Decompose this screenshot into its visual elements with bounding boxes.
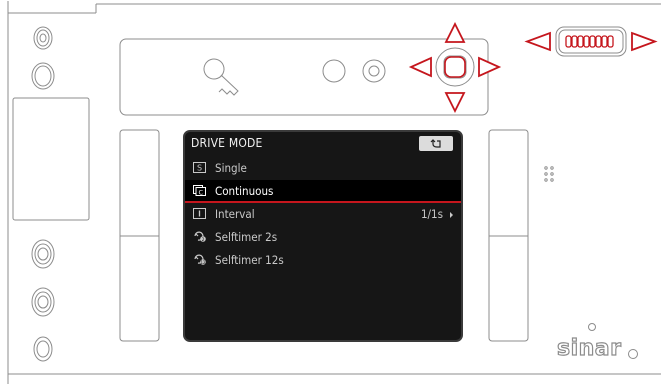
single-shot-icon: S [193, 162, 206, 173]
menu-item-selftimer-2s[interactable]: 2 Selftimer 2s [185, 226, 461, 249]
joystick-highlight [444, 56, 466, 78]
brand-logo: sinar [556, 335, 622, 361]
status-led [588, 323, 596, 331]
wheel-arrow-left-icon [524, 31, 551, 52]
top-control-panel [119, 38, 489, 116]
thumb-wheel-grooves [565, 35, 614, 48]
camera-back-diagram: DRIVE MODE S Single C Continuous Interva… [0, 0, 661, 384]
left-top-knob-2 [31, 62, 55, 90]
selftimer-icon: 2 [194, 231, 206, 242]
left-bottom-knob-3 [33, 336, 53, 362]
menu-item-label: Selftimer 2s [215, 230, 278, 244]
menu-item-label: Continuous [215, 184, 274, 198]
back-button[interactable] [419, 136, 453, 151]
arrow-right-icon [478, 56, 502, 78]
back-arrow-icon [430, 139, 441, 148]
menu-list: S Single C Continuous Interval 1/1s 2 Se… [185, 157, 461, 272]
menu-item-label: Interval [215, 207, 255, 221]
menu-item-selftimer-12s[interactable]: 12 Selftimer 12s [185, 249, 461, 272]
interval-value: 1/1s [420, 207, 443, 221]
svg-text:S: S [197, 164, 202, 173]
menu-title: DRIVE MODE [191, 136, 263, 150]
arrow-left-icon [408, 56, 432, 78]
menu-item-label: Single [215, 161, 247, 175]
svg-text:C: C [199, 188, 204, 196]
joystick-ring [435, 47, 475, 87]
menu-item-single[interactable]: S Single [185, 157, 461, 180]
speaker-grille [544, 166, 554, 182]
left-bottom-knob-2 [31, 287, 55, 317]
menu-item-label: Selftimer 12s [215, 253, 284, 267]
left-bottom-knob-1 [31, 239, 55, 269]
key-icon [203, 58, 239, 96]
menu-item-continuous[interactable]: C Continuous [185, 180, 461, 203]
menu-header: DRIVE MODE [185, 132, 461, 157]
svg-text:2: 2 [202, 237, 205, 242]
registered-mark-icon [628, 349, 638, 359]
round-button-1 [322, 59, 346, 83]
arrow-down-icon [444, 92, 466, 114]
svg-text:12: 12 [200, 260, 206, 265]
submenu-arrow-icon [450, 212, 453, 218]
selftimer-icon: 12 [194, 254, 206, 265]
interval-icon [193, 208, 206, 219]
wheel-arrow-right-icon [631, 31, 658, 52]
menu-item-interval[interactable]: Interval 1/1s [185, 203, 461, 226]
continuous-shot-icon: C [193, 185, 206, 196]
lcd-screen: DRIVE MODE S Single C Continuous Interva… [183, 130, 463, 342]
left-grip-panel [12, 97, 90, 221]
round-button-2 [362, 59, 386, 83]
left-top-knob-1 [33, 26, 53, 50]
arrow-up-icon [444, 21, 466, 43]
